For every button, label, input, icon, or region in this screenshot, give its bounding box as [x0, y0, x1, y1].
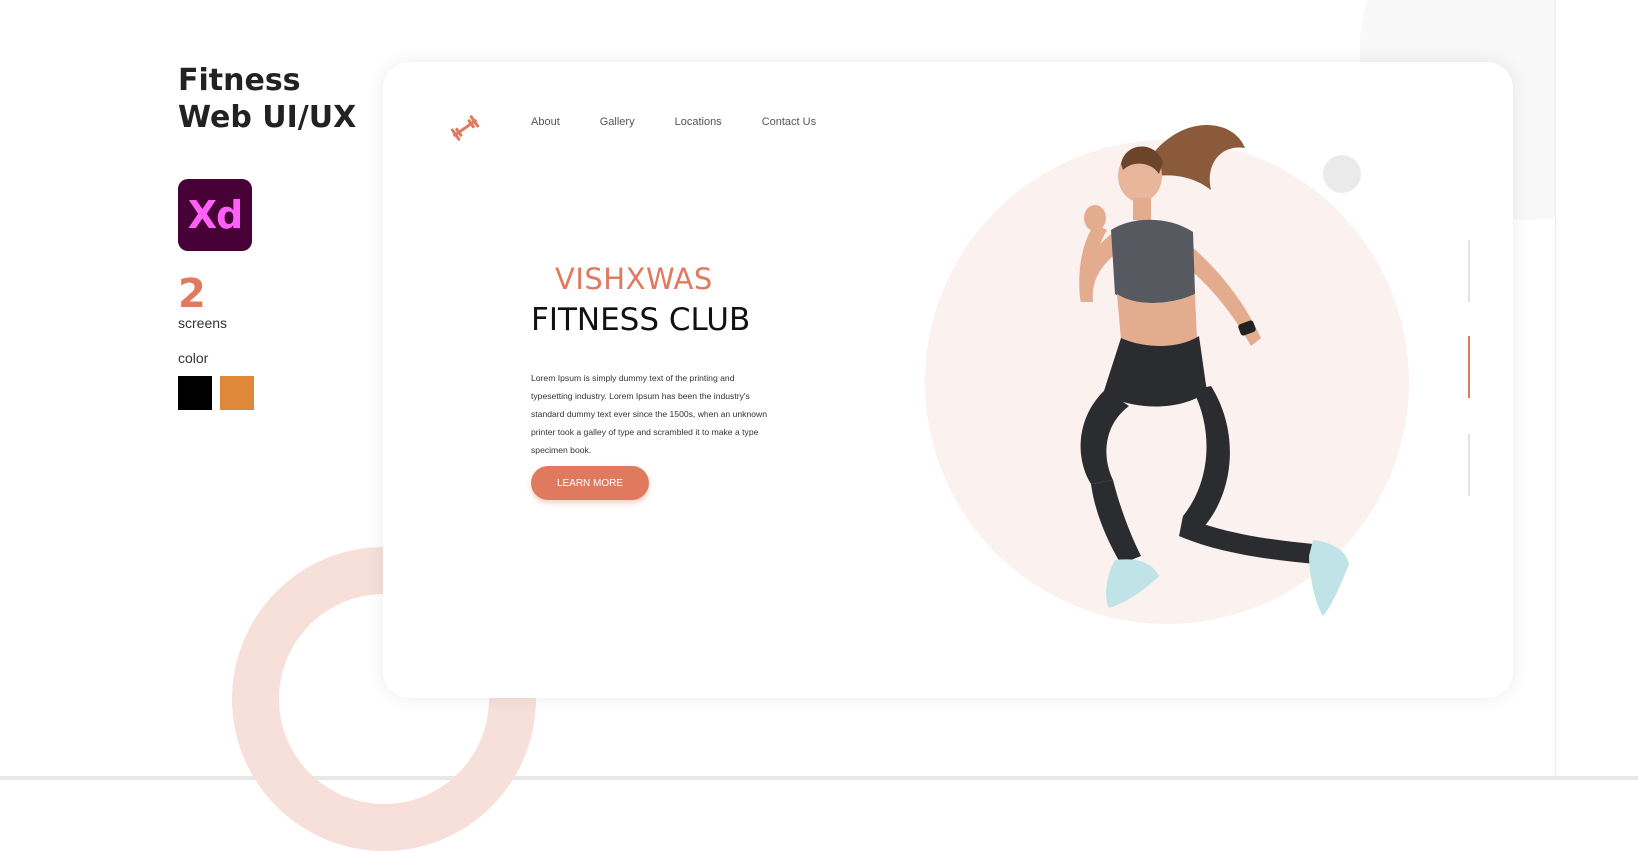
color-swatch-black: [178, 376, 212, 410]
hero-description: Lorem Ipsum is simply dummy text of the …: [531, 372, 767, 455]
adobe-xd-logo-text: Xd: [187, 193, 243, 237]
learn-more-button[interactable]: LEARN MORE: [531, 466, 649, 500]
presentation-title: Fitness Web UI/UX: [178, 62, 356, 136]
title-line-1: Fitness: [178, 63, 301, 98]
nav-gallery[interactable]: Gallery: [600, 116, 635, 128]
nav-about[interactable]: About: [531, 116, 560, 128]
bottom-border: [0, 776, 1638, 780]
title-line-2: Web UI/UX: [178, 100, 357, 135]
website-mockup-card: About Gallery Locations Contact Us VISHX…: [383, 62, 1513, 698]
color-label: color: [178, 350, 209, 366]
brand-subtitle: FITNESS CLUB: [531, 302, 751, 338]
athlete-image: [1079, 124, 1349, 616]
screens-label: screens: [178, 315, 228, 331]
nav-contact-us[interactable]: Contact Us: [762, 116, 816, 128]
nav-locations[interactable]: Locations: [675, 116, 722, 128]
color-swatch-orange: [220, 376, 254, 410]
right-gutter: [1555, 0, 1638, 776]
brand-name: VISHXWAS: [555, 262, 713, 296]
slide-indicator-1[interactable]: [1468, 240, 1470, 302]
main-nav: About Gallery Locations Contact Us: [531, 116, 856, 128]
screens-count: 2: [178, 271, 206, 317]
slide-indicator-3[interactable]: [1468, 434, 1470, 496]
dumbbell-icon[interactable]: [447, 110, 483, 146]
slide-indicator-2[interactable]: [1468, 336, 1470, 398]
adobe-xd-logo: Xd: [178, 179, 252, 251]
